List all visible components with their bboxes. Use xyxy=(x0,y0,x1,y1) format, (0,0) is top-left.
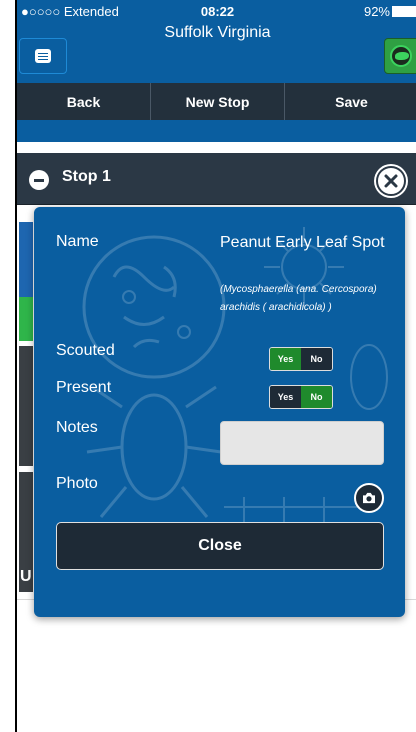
present-toggle[interactable]: Yes No xyxy=(269,385,333,409)
status-time: 08:22 xyxy=(200,4,235,19)
close-stop-button[interactable] xyxy=(376,166,406,196)
present-no-option[interactable]: No xyxy=(301,386,332,408)
list-tile-3[interactable] xyxy=(19,346,33,466)
name-label: Name xyxy=(56,233,99,250)
map-button[interactable] xyxy=(384,38,416,74)
photo-button[interactable] xyxy=(354,483,384,513)
scouted-no-option[interactable]: No xyxy=(301,348,332,370)
notes-input[interactable] xyxy=(220,421,384,465)
scouted-label: Scouted xyxy=(56,342,115,359)
pest-detail-modal: Name Peanut Early Leaf Spot (Mycosphaere… xyxy=(34,207,405,617)
globe-icon xyxy=(390,45,412,67)
list-tile-letter: U xyxy=(20,568,32,585)
scouted-toggle[interactable]: Yes No xyxy=(269,347,333,371)
minus-circle-icon[interactable] xyxy=(29,170,49,190)
page-title: Suffolk Virginia xyxy=(164,24,271,41)
back-button[interactable]: Back xyxy=(17,83,151,120)
stop-title: Stop 1 xyxy=(62,168,111,185)
pest-scientific-name: (Mycosphaerella (ana. Cercospora) arachi… xyxy=(220,284,377,313)
battery-percent: 92% xyxy=(363,4,390,19)
new-stop-button[interactable]: New Stop xyxy=(151,83,285,120)
present-yes-option[interactable]: Yes xyxy=(270,386,301,408)
pest-name: Peanut Early Leaf Spot xyxy=(220,234,385,251)
action-toolbar: Back New Stop Save xyxy=(17,83,416,120)
list-tile-1[interactable] xyxy=(19,222,33,302)
status-bar: ●○○○○ Extended 08:22 92% xyxy=(17,0,416,22)
battery-icon xyxy=(392,6,416,17)
list-menu-icon xyxy=(35,49,51,63)
app-screen: ●○○○○ Extended 08:22 92% Suffolk Virgini… xyxy=(15,0,416,732)
save-button[interactable]: Save xyxy=(285,83,416,120)
present-label: Present xyxy=(56,379,112,396)
header-divider xyxy=(17,120,416,142)
camera-icon xyxy=(363,492,375,504)
menu-button[interactable] xyxy=(19,38,67,74)
app-header: ●○○○○ Extended 08:22 92% Suffolk Virgini… xyxy=(17,0,416,83)
close-circle-icon xyxy=(384,174,398,188)
list-tile-2[interactable] xyxy=(19,297,33,341)
scouted-yes-option[interactable]: Yes xyxy=(270,348,301,370)
notes-label: Notes xyxy=(56,419,98,436)
close-button[interactable]: Close xyxy=(56,522,384,570)
photo-label: Photo xyxy=(56,475,98,492)
